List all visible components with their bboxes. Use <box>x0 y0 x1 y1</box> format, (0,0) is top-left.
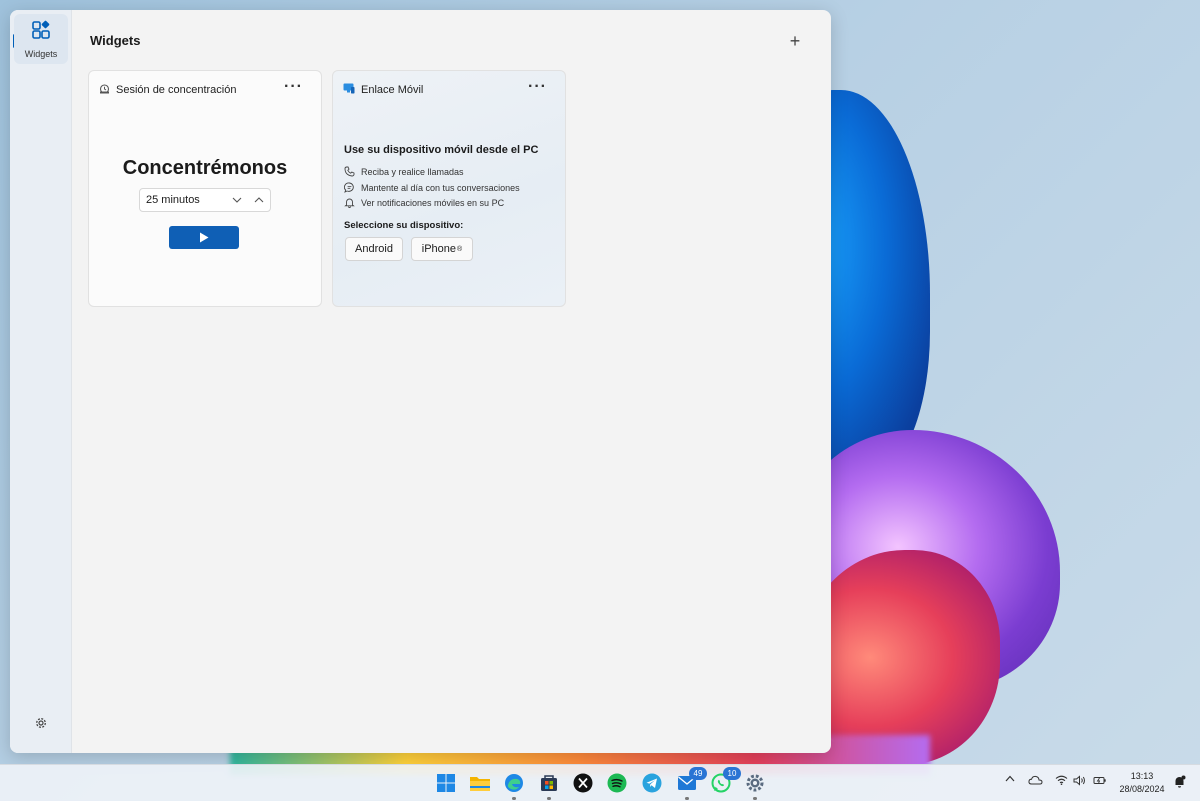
chevron-down-icon <box>232 197 242 203</box>
taskbar-app-x[interactable] <box>571 771 595 795</box>
widget-header: Sesión de concentración <box>99 83 236 97</box>
chevron-up-icon <box>1005 775 1015 782</box>
android-button-label: Android <box>355 243 393 255</box>
cloud-icon <box>1028 775 1043 785</box>
notification-bell-icon <box>1175 775 1186 788</box>
play-icon <box>200 232 209 243</box>
taskbar-app-whatsapp[interactable]: 10 <box>709 767 741 795</box>
feature-text: Ver notificaciones móviles en su PC <box>361 197 505 208</box>
phone-link-icon <box>343 83 355 97</box>
unread-badge: 10 <box>723 767 741 780</box>
clock[interactable]: 13:13 28/08/2024 <box>1115 770 1169 796</box>
feature-text: Reciba y realice llamadas <box>361 166 464 177</box>
widgets-rail: Widgets <box>10 10 72 753</box>
taskbar-app-spotify[interactable] <box>605 771 629 795</box>
chat-icon <box>344 182 354 193</box>
bell-icon <box>344 198 355 208</box>
decrease-button[interactable] <box>226 197 248 203</box>
iphone-button[interactable]: iPhone ® <box>411 237 473 261</box>
spotify-icon <box>607 773 627 793</box>
clock-time: 13:13 <box>1130 771 1154 781</box>
edge-icon <box>505 774 523 792</box>
focus-clock-icon <box>99 83 110 97</box>
duration-stepper[interactable]: 25 minutos <box>139 188 271 212</box>
widget-header: Enlace Móvil <box>343 83 423 97</box>
chevron-up-icon <box>254 197 264 203</box>
taskbar-app-file-explorer[interactable] <box>468 771 492 795</box>
wifi-icon <box>1055 775 1068 785</box>
feature-item: Reciba y realice llamadas <box>344 166 464 177</box>
increase-button[interactable] <box>248 197 270 203</box>
notifications-button[interactable] <box>1173 775 1186 788</box>
panel-title: Widgets <box>90 33 141 48</box>
widgets-icon <box>31 20 51 45</box>
more-options-button[interactable]: ··· <box>528 78 547 96</box>
speaker-icon <box>1073 775 1085 786</box>
rail-item-widgets[interactable]: Widgets <box>14 14 68 64</box>
gear-icon <box>34 716 48 735</box>
taskbar-app-store[interactable] <box>537 771 561 800</box>
focus-heading: Concentrémonos <box>122 157 288 179</box>
feature-text: Mantente al día con tus conversaciones <box>361 182 520 193</box>
taskbar-app-settings[interactable] <box>743 771 767 800</box>
phone-link-heading: Use su dispositivo móvil desde el PC <box>344 144 539 156</box>
android-button[interactable]: Android <box>345 237 403 261</box>
iphone-button-label: iPhone <box>421 243 457 255</box>
rail-item-label: Widgets <box>24 48 58 59</box>
taskbar: 49 10 13:13 28/08/2024 <box>0 764 1200 801</box>
duration-value: 25 minutos <box>146 194 200 206</box>
start-focus-button[interactable] <box>169 226 239 249</box>
phone-link-widget: Enlace Móvil ··· Use su dispositivo móvi… <box>332 70 566 307</box>
widget-title: Enlace Móvil <box>361 84 424 96</box>
start-icon <box>437 774 455 792</box>
settings-button[interactable] <box>32 716 50 734</box>
taskbar-app-mail[interactable]: 49 <box>675 767 707 800</box>
volume-button[interactable] <box>1073 775 1086 786</box>
telegram-icon <box>642 773 662 793</box>
show-hidden-icons-button[interactable] <box>1005 775 1015 782</box>
start-button[interactable] <box>434 771 458 795</box>
more-options-button[interactable]: ··· <box>284 78 303 96</box>
phone-icon <box>344 166 355 177</box>
plus-icon: + <box>789 31 801 51</box>
battery-button[interactable] <box>1093 775 1107 786</box>
focus-session-widget: Sesión de concentración ··· Concentrémon… <box>88 70 322 307</box>
widget-title: Sesión de concentración <box>116 84 237 96</box>
widgets-panel: Widgets Widgets + Sesión de concentració… <box>10 10 831 753</box>
clock-date: 28/08/2024 <box>1119 784 1165 794</box>
x-icon <box>573 773 593 793</box>
registered-mark: ® <box>457 245 463 253</box>
taskbar-app-telegram[interactable] <box>640 771 664 795</box>
feature-item: Mantente al día con tus conversaciones <box>344 182 520 193</box>
taskbar-app-edge[interactable] <box>502 771 526 800</box>
battery-icon <box>1093 777 1106 784</box>
unread-badge: 49 <box>689 767 707 780</box>
file-explorer-icon <box>470 777 490 791</box>
onedrive-button[interactable] <box>1028 775 1043 785</box>
settings-icon <box>746 774 764 792</box>
feature-item: Ver notificaciones móviles en su PC <box>344 197 504 208</box>
add-widget-button[interactable]: + <box>786 31 804 51</box>
store-icon <box>541 775 557 791</box>
select-device-label: Seleccione su dispositivo: <box>344 220 464 231</box>
network-button[interactable] <box>1055 775 1068 785</box>
